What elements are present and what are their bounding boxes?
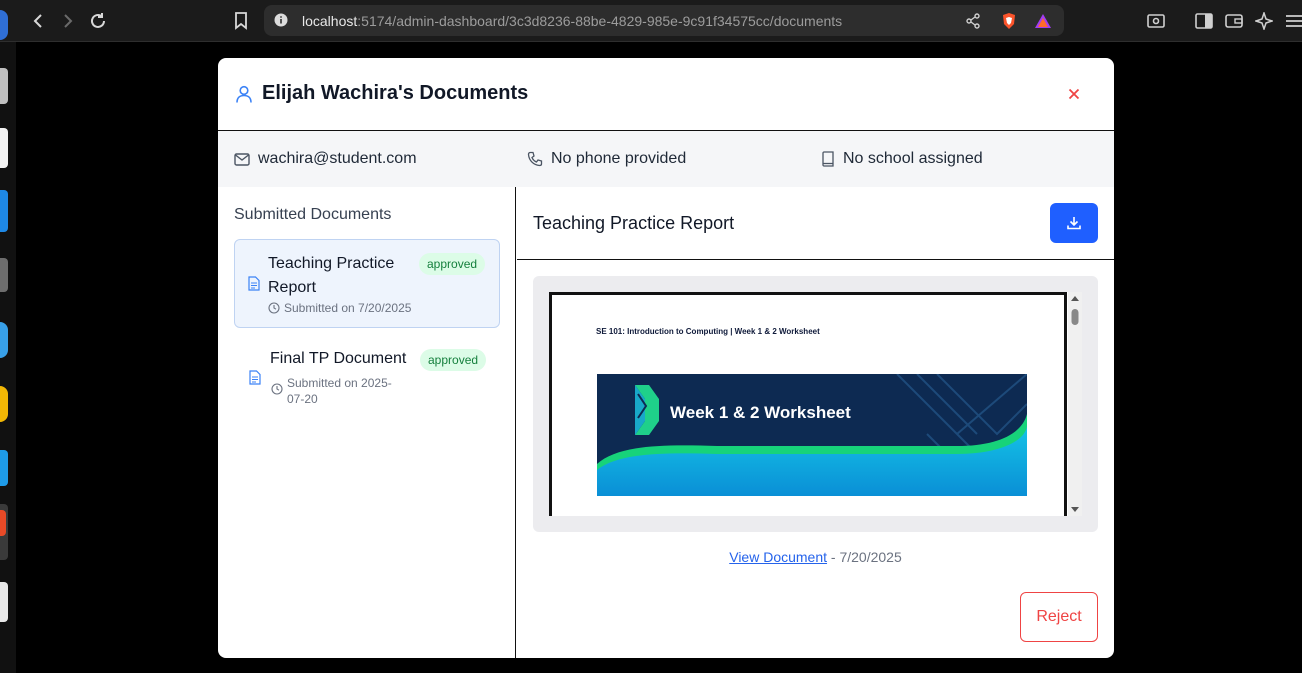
dock-app-icon[interactable] (0, 322, 8, 358)
preview-header: Teaching Practice Report (517, 187, 1114, 260)
status-badge: approved (419, 253, 486, 275)
dock-app-icon[interactable] (0, 386, 8, 422)
document-course-line: SE 101: Introduction to Computing | Week… (596, 327, 820, 336)
student-phone: No phone provided (527, 150, 686, 168)
os-dock (0, 10, 16, 673)
menu-icon[interactable] (1283, 10, 1302, 32)
viewer-scrollbar[interactable] (1068, 292, 1082, 516)
close-button[interactable] (1064, 84, 1084, 104)
modal-header: Elijah Wachira's Documents (218, 58, 1114, 131)
clock-icon (271, 383, 283, 395)
dock-app-icon[interactable] (0, 10, 8, 40)
site-info-icon[interactable] (274, 13, 288, 27)
mail-icon (234, 152, 250, 166)
modal-title: Elijah Wachira's Documents (262, 82, 529, 104)
brave-shield-icon[interactable] (1000, 12, 1018, 30)
download-button[interactable] (1050, 203, 1098, 243)
address-bar[interactable]: localhost:5174/admin-dashboard/3c3d8236-… (264, 5, 1064, 36)
document-submitted-text: Submitted on 2025-07-20 (287, 376, 392, 406)
embedded-document-viewer[interactable]: SE 101: Introduction to Computing | Week… (549, 292, 1082, 516)
student-info-bar: wachira@student.com No phone provided No… (218, 131, 1114, 187)
wallet-icon[interactable] (1223, 10, 1245, 32)
document-submitted: Submitted on 7/20/2025 (268, 300, 411, 316)
preview-frame: SE 101: Introduction to Computing | Week… (533, 276, 1098, 532)
reject-button[interactable]: Reject (1020, 592, 1098, 642)
browser-toolbar: localhost:5174/admin-dashboard/3c3d8236-… (0, 0, 1302, 42)
bookmark-icon[interactable] (230, 10, 252, 32)
document-date: - 7/20/2025 (827, 549, 902, 565)
screenshot-icon[interactable] (1145, 10, 1167, 32)
section-title: Submitted Documents (234, 206, 392, 223)
status-badge: approved (420, 349, 487, 371)
dock-app-icon[interactable] (0, 258, 8, 292)
book-icon (822, 151, 834, 167)
document-item-teaching-practice-report[interactable]: Teaching Practice Report Submitted on 7/… (234, 239, 500, 328)
url-text: localhost:5174/admin-dashboard/3c3d8236-… (302, 13, 842, 29)
banner-graphic (597, 374, 1027, 496)
leo-ai-icon[interactable] (1253, 10, 1275, 32)
document-name: Final TP Document (270, 350, 407, 367)
document-submitted-text: Submitted on 7/20/2025 (284, 301, 412, 315)
dock-app-icon[interactable] (0, 582, 8, 622)
document-page: SE 101: Introduction to Computing | Week… (549, 292, 1067, 516)
view-document-link[interactable]: View Document (729, 549, 827, 565)
sidebar-toggle-icon[interactable] (1193, 10, 1215, 32)
student-email-text: wachira@student.com (258, 150, 417, 167)
clock-icon (268, 302, 280, 314)
forward-icon[interactable] (57, 10, 79, 32)
file-text-icon (248, 276, 262, 292)
dock-app-icon[interactable] (0, 128, 8, 168)
dock-brave-icon[interactable] (0, 510, 6, 536)
close-icon (1068, 88, 1080, 100)
dock-app-icon[interactable] (0, 190, 8, 232)
documents-modal: Elijah Wachira's Documents wachira@stude… (218, 58, 1114, 658)
document-preview-pane: Teaching Practice Report SE 101: Introdu… (517, 187, 1114, 658)
truncated-line (596, 514, 598, 516)
document-item-final-tp-document[interactable]: Final TP Document Submitted on 2025-07-2… (234, 337, 500, 415)
preview-title: Teaching Practice Report (533, 213, 735, 233)
back-icon[interactable] (27, 10, 49, 32)
share-icon[interactable] (964, 12, 982, 30)
brave-rewards-icon[interactable] (1034, 12, 1052, 30)
download-icon (1067, 217, 1081, 230)
student-phone-text: No phone provided (551, 150, 687, 167)
worksheet-banner: Week 1 & 2 Worksheet (597, 374, 1027, 496)
student-school-text: No school assigned (843, 150, 983, 167)
documents-list-pane: Submitted Documents Teaching Practice Re… (218, 187, 516, 658)
phone-icon (527, 151, 543, 167)
document-submitted: Submitted on 2025-07-20 (271, 375, 403, 407)
banner-title: Week 1 & 2 Worksheet (670, 403, 851, 422)
student-school: No school assigned (821, 150, 983, 168)
dock-app-icon[interactable] (0, 68, 8, 104)
user-icon (234, 84, 254, 104)
dock-app-icon[interactable] (0, 450, 8, 486)
view-document-row: View Document - 7/20/2025 (517, 549, 1114, 565)
document-name: Teaching Practice Report (268, 255, 395, 296)
url-path: :5174/admin-dashboard/3c3d8236-88be-4829… (357, 13, 843, 29)
student-email: wachira@student.com (234, 150, 417, 168)
file-text-icon (249, 370, 263, 386)
url-host: localhost (302, 13, 358, 29)
reload-icon[interactable] (87, 10, 109, 32)
